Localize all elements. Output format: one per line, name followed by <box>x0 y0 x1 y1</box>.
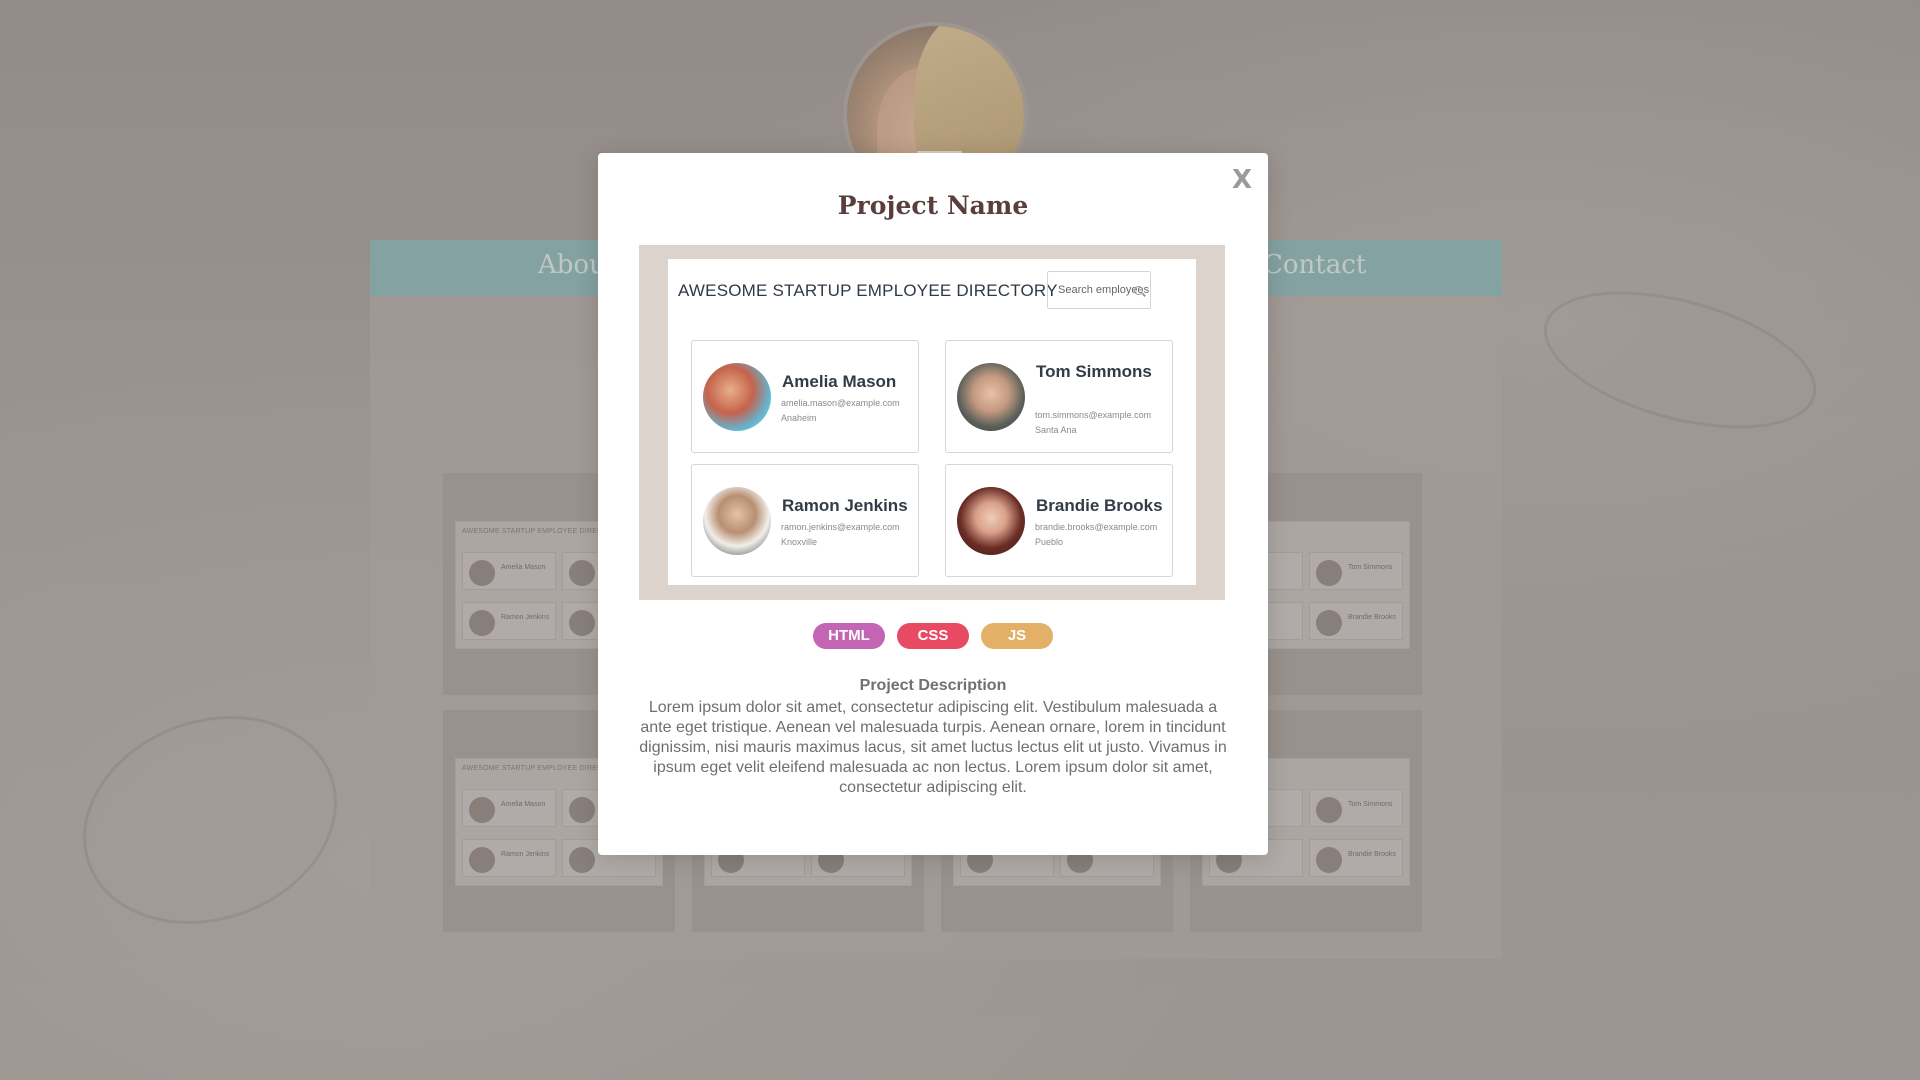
employee-email: brandie.brooks@example.com <box>1035 522 1158 532</box>
employee-city: Pueblo <box>1035 537 1064 547</box>
employee-photo <box>703 487 771 555</box>
employee-email: tom.simmons@example.com <box>1035 410 1152 420</box>
employee-city: Knoxville <box>781 537 818 547</box>
description-body: Lorem ipsum dolor sit amet, consectetur … <box>639 699 1227 796</box>
employee-name: Amelia Mason <box>782 372 897 391</box>
employee-card: Tom Simmons tom.simmons@example.com Sant… <box>945 340 1173 453</box>
employee-name: Brandie Brooks <box>1036 496 1163 515</box>
employee-photo <box>957 487 1025 555</box>
tag-css: CSS <box>897 623 969 649</box>
tech-tags: HTML CSS JS <box>598 623 1268 649</box>
project-preview-image: AWESOME STARTUP EMPLOYEE DIRECTORY Searc… <box>639 245 1225 600</box>
employee-card: Amelia Mason amelia.mason@example.com An… <box>691 340 919 453</box>
employee-email: amelia.mason@example.com <box>781 398 900 408</box>
employee-name: Ramon Jenkins <box>782 496 908 515</box>
employee-photo <box>957 363 1025 431</box>
employee-card: Ramon Jenkins ramon.jenkins@example.com … <box>691 464 919 577</box>
employee-city: Anaheim <box>781 413 817 423</box>
employee-city: Santa Ana <box>1035 425 1077 435</box>
employee-name: Tom Simmons <box>1036 362 1152 381</box>
project-modal: X Project Name AWESOME STARTUP EMPLOYEE … <box>598 153 1268 855</box>
employee-email: ramon.jenkins@example.com <box>781 522 900 532</box>
preview-heading: AWESOME STARTUP EMPLOYEE DIRECTORY <box>678 281 1058 300</box>
tag-html: HTML <box>813 623 885 649</box>
search-icon <box>1134 286 1143 295</box>
preview-search-box: Search employees <box>1047 271 1151 309</box>
description-title: Project Description <box>859 677 1007 694</box>
employee-photo <box>703 363 771 431</box>
employee-card: Brandie Brooks brandie.brooks@example.co… <box>945 464 1173 577</box>
tag-js: JS <box>981 623 1053 649</box>
modal-title: Project Name <box>837 191 1029 220</box>
